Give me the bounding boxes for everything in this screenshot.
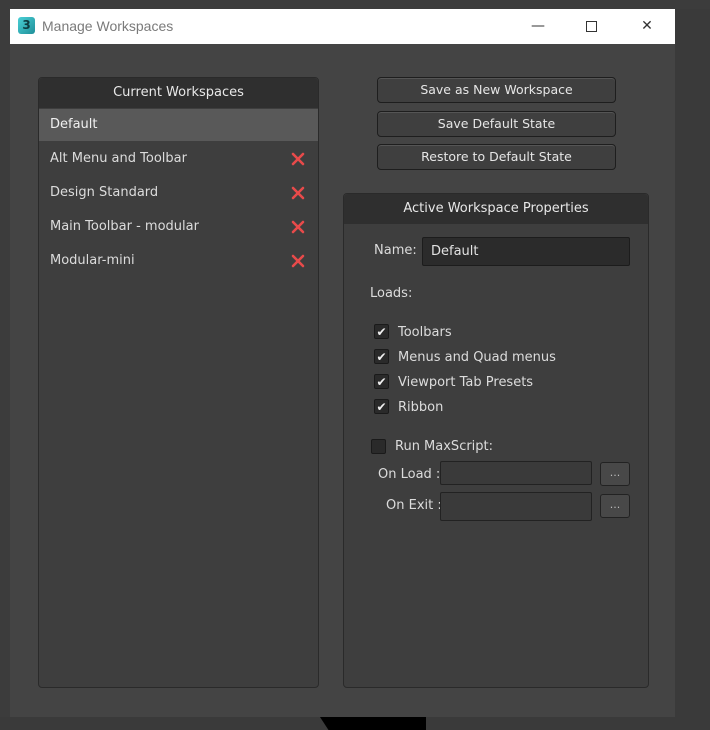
- on-load-input[interactable]: [440, 461, 592, 485]
- checkmark-icon: ✔: [376, 375, 387, 389]
- loads-label: Loads:: [370, 286, 413, 301]
- name-label: Name:: [374, 243, 417, 258]
- minimize-icon: —: [531, 18, 545, 34]
- loads-checkbox[interactable]: ✔: [374, 374, 389, 389]
- delete-icon[interactable]: [291, 220, 305, 234]
- maximize-icon: [585, 20, 597, 32]
- on-exit-browse-button[interactable]: ...: [600, 494, 630, 518]
- current-workspaces-panel: Current Workspaces Default Alt Menu and T…: [38, 77, 319, 688]
- run-maxscript-checkbox[interactable]: [371, 439, 386, 454]
- checkmark-icon: ✔: [376, 400, 387, 414]
- on-load-browse-button[interactable]: ...: [600, 462, 630, 486]
- checkmark-icon: ✔: [376, 325, 387, 339]
- minimize-button[interactable]: —: [515, 9, 561, 44]
- workspace-item[interactable]: Alt Menu and Toolbar: [39, 143, 318, 175]
- loads-label-item: Ribbon: [398, 400, 444, 415]
- on-exit-label: On Exit :: [386, 498, 442, 513]
- workspace-item[interactable]: Design Standard: [39, 177, 318, 209]
- title-bar: 3 Manage Workspaces — ✕: [10, 9, 675, 44]
- workspace-name-field[interactable]: Default: [422, 237, 630, 266]
- workspace-item[interactable]: Default: [39, 109, 318, 141]
- delete-icon[interactable]: [291, 254, 305, 268]
- workspace-item-label: Design Standard: [50, 185, 159, 200]
- loads-checkbox[interactable]: ✔: [374, 324, 389, 339]
- loads-label-item: Menus and Quad menus: [398, 350, 556, 365]
- maximize-button[interactable]: [568, 9, 614, 44]
- on-load-label: On Load :: [378, 467, 441, 482]
- close-icon: ✕: [641, 18, 653, 34]
- active-workspace-properties-panel: Active Workspace Properties Name: Defaul…: [343, 193, 649, 688]
- save-default-state-button[interactable]: Save Default State: [377, 111, 616, 137]
- panel-header: Current Workspaces: [39, 78, 318, 108]
- window-title: Manage Workspaces: [42, 18, 174, 34]
- workspace-item[interactable]: Modular-mini: [39, 245, 318, 277]
- loads-label-item: Viewport Tab Presets: [398, 375, 534, 390]
- workspace-item-label: Modular-mini: [50, 253, 135, 268]
- background-shape: [320, 717, 426, 730]
- workspace-item[interactable]: Main Toolbar - modular: [39, 211, 318, 243]
- loads-checkbox[interactable]: ✔: [374, 399, 389, 414]
- delete-icon[interactable]: [291, 186, 305, 200]
- loads-label-item: Toolbars: [398, 325, 452, 340]
- on-exit-input[interactable]: [440, 492, 592, 521]
- loads-checkbox[interactable]: ✔: [374, 349, 389, 364]
- run-maxscript-label: Run MaxScript:: [395, 439, 494, 454]
- delete-icon[interactable]: [291, 152, 305, 166]
- workspace-item-label: Alt Menu and Toolbar: [50, 151, 187, 166]
- checkmark-icon: ✔: [376, 350, 387, 364]
- workspace-item-label: Main Toolbar - modular: [50, 219, 199, 234]
- app-icon: 3: [18, 17, 35, 34]
- restore-default-state-button[interactable]: Restore to Default State: [377, 144, 616, 170]
- close-button[interactable]: ✕: [624, 9, 670, 44]
- workspace-item-label: Default: [50, 117, 98, 132]
- background-strip: [675, 9, 710, 730]
- panel-header: Active Workspace Properties: [344, 194, 648, 224]
- save-as-new-workspace-button[interactable]: Save as New Workspace: [377, 77, 616, 103]
